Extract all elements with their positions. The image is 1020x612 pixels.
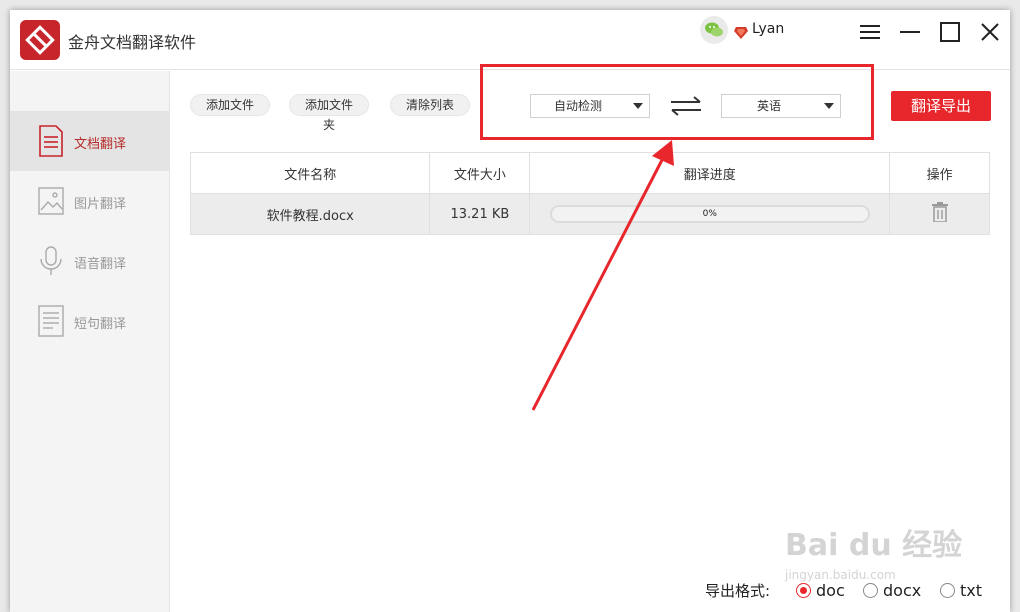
format-radio-txt[interactable]: txt xyxy=(940,581,990,601)
sidebar-item-label: 语音翻译 xyxy=(74,257,127,272)
document-icon xyxy=(39,125,63,157)
app-logo-icon xyxy=(20,20,60,60)
watermark-text: Bai du 经验 xyxy=(785,528,963,563)
sidebar-item-sentence-translate[interactable]: 短句翻译 xyxy=(10,291,169,351)
wechat-icon[interactable] xyxy=(700,16,728,44)
watermark-url: jingyan.baidu.com xyxy=(785,568,896,582)
user-name[interactable]: Lyan xyxy=(752,21,784,37)
menu-icon[interactable] xyxy=(856,18,884,46)
minimize-icon[interactable] xyxy=(896,18,924,46)
vip-diamond-icon xyxy=(734,24,748,39)
radio-label: txt xyxy=(960,581,983,600)
trash-icon[interactable] xyxy=(931,202,949,223)
microphone-icon xyxy=(40,246,62,275)
sidebar-item-label: 文档翻译 xyxy=(74,137,127,152)
column-header: 操作 xyxy=(889,152,990,194)
column-header: 翻译进度 xyxy=(529,152,891,194)
sidebar-item-label: 图片翻译 xyxy=(74,197,127,212)
action-cell xyxy=(889,193,990,235)
column-header: 文件大小 xyxy=(429,152,531,194)
sidebar-item-label: 短句翻译 xyxy=(74,317,127,332)
radio-label: doc xyxy=(816,581,845,600)
app-window: 金舟文档翻译软件 Lyan 文档翻译 图片翻译 语音翻译 短句翻译 添加文件 添… xyxy=(10,10,1010,612)
sidebar-item-voice-translate[interactable]: 语音翻译 xyxy=(10,231,169,291)
progress-text: 0% xyxy=(702,209,717,219)
app-title: 金舟文档翻译软件 xyxy=(68,33,197,52)
table-header-row: 文件名称 文件大小 翻译进度 操作 xyxy=(189,152,990,194)
clear-list-button[interactable]: 清除列表 xyxy=(390,94,470,116)
file-name-cell: 软件教程.docx xyxy=(189,193,431,235)
text-lines-icon xyxy=(38,305,64,337)
radio-dot xyxy=(863,583,878,598)
sidebar-item-document-translate[interactable]: 文档翻译 xyxy=(10,111,169,171)
image-icon xyxy=(38,187,64,215)
title-bar: 金舟文档翻译软件 Lyan xyxy=(10,10,1010,70)
maximize-icon[interactable] xyxy=(936,18,964,46)
format-radio-docx[interactable]: docx xyxy=(863,581,923,601)
table-row[interactable]: 软件教程.docx 13.21 KB 0% xyxy=(189,193,990,235)
format-radio-doc[interactable]: doc xyxy=(796,581,848,601)
radio-dot xyxy=(796,583,811,598)
file-table: 文件名称 文件大小 翻译进度 操作 软件教程.docx 13.21 KB 0% xyxy=(189,152,990,235)
radio-label: docx xyxy=(883,581,922,600)
radio-dot xyxy=(940,583,955,598)
column-header: 文件名称 xyxy=(189,152,431,194)
translate-export-button[interactable]: 翻译导出 xyxy=(891,91,991,121)
add-file-button[interactable]: 添加文件 xyxy=(190,94,270,116)
export-format-label: 导出格式: xyxy=(705,582,771,600)
add-folder-button[interactable]: 添加文件夹 xyxy=(289,94,369,132)
annotation-highlight-box xyxy=(480,64,874,140)
progress-bar: 0% xyxy=(549,205,870,223)
file-size-cell: 13.21 KB xyxy=(429,193,531,235)
sidebar-item-image-translate[interactable]: 图片翻译 xyxy=(10,171,169,231)
close-icon[interactable] xyxy=(976,18,1004,46)
sidebar: 文档翻译 图片翻译 语音翻译 短句翻译 xyxy=(10,71,170,612)
progress-cell: 0% xyxy=(529,193,891,235)
